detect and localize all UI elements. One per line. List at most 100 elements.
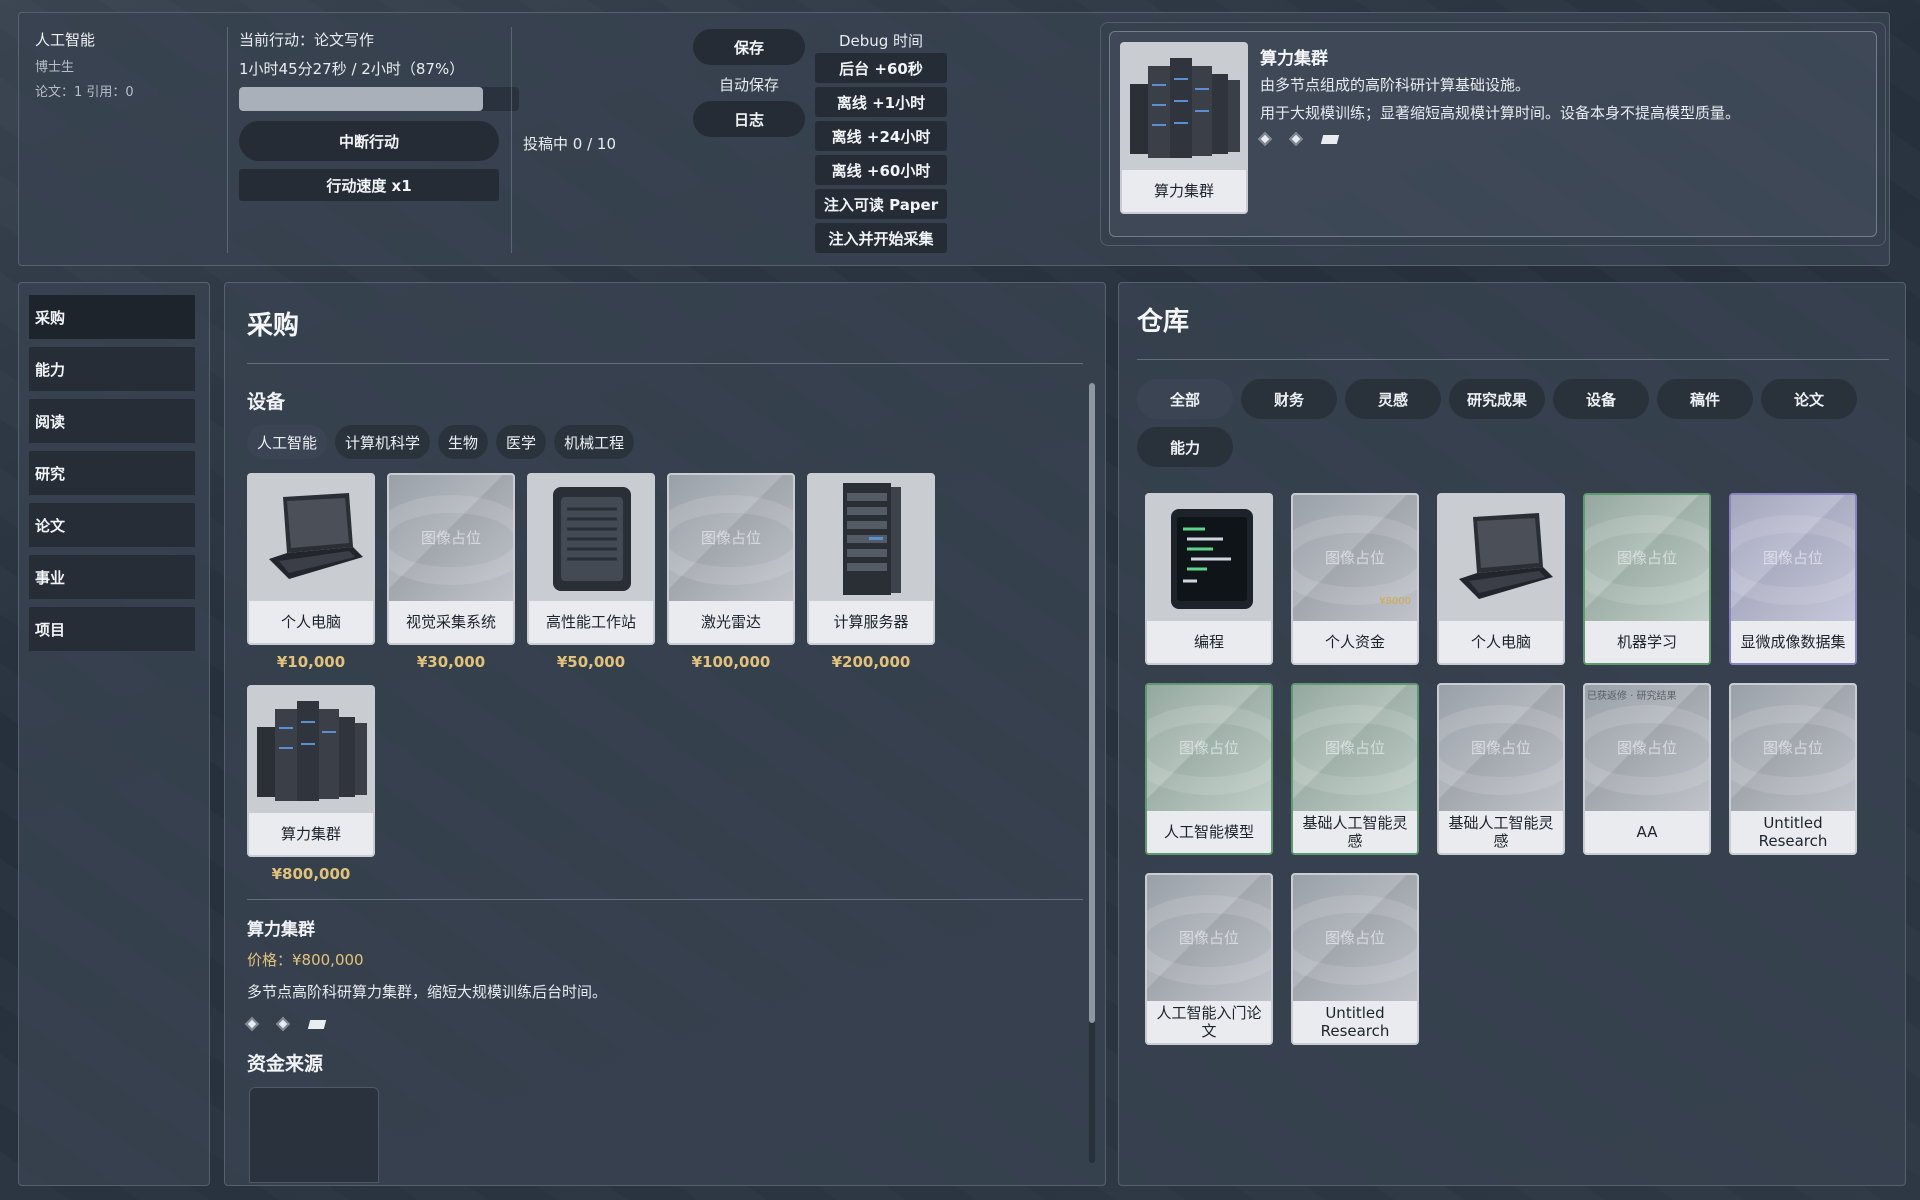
inventory-item[interactable]: 图像占位 基础人工智能灵感 (1291, 683, 1419, 855)
shop-item-card[interactable]: 图像占位 视觉采集系统 (387, 473, 515, 645)
chip-medicine[interactable]: 医学 (496, 425, 547, 459)
selected-item-price: 价格：¥800,000 (247, 951, 364, 969)
action-progress-text: 1小时45分27秒 / 2小时（87%） (239, 60, 465, 78)
action-progress-bar (239, 87, 519, 111)
shop-item-card[interactable]: 计算服务器 (807, 473, 935, 645)
shop-item-label: 高性能工作站 (529, 601, 653, 643)
shop-item-card[interactable]: 图像占位 激光雷达 (667, 473, 795, 645)
inventory-item[interactable]: 图像占位 Untitled Research (1729, 683, 1857, 855)
shop-item-price: ¥50,000 (556, 653, 626, 671)
shop-item-price: ¥100,000 (691, 653, 771, 671)
purchase-panel: 采购 设备 人工智能 计算机科学 生物 医学 机械工程 个人电脑 ¥10,000 (224, 282, 1106, 1186)
shop-item[interactable]: 图像占位 视觉采集系统 ¥30,000 (387, 473, 515, 671)
tab-research-results[interactable]: 研究成果 (1449, 379, 1545, 419)
placeholder-text: 图像占位 (1616, 739, 1677, 757)
shop-item-card[interactable]: 高性能工作站 (527, 473, 655, 645)
shop-item-price: ¥200,000 (831, 653, 911, 671)
debug-inject-collect-button[interactable]: 注入并开始采集 (815, 223, 947, 253)
debug-offline-60h-button[interactable]: 离线 +60小时 (815, 155, 947, 185)
inventory-item-label: 机器学习 (1585, 621, 1709, 663)
detail-icons (1257, 130, 1339, 148)
tab-all[interactable]: 全部 (1137, 379, 1233, 419)
inventory-item[interactable]: 图像占位 Untitled Research (1291, 873, 1419, 1045)
inventory-item-label: 人工智能模型 (1147, 811, 1271, 853)
divider (227, 27, 228, 253)
funds-source-slot[interactable] (249, 1087, 379, 1183)
shop-item-card[interactable]: 算力集群 (247, 685, 375, 857)
current-action-label: 当前行动：论文写作 (239, 31, 375, 49)
shop-item-label: 计算服务器 (809, 601, 933, 643)
tab-equipment[interactable]: 设备 (1553, 379, 1649, 419)
inventory-item[interactable]: 个人电脑 (1437, 493, 1565, 665)
sidebar-item-reading[interactable]: 阅读 (29, 399, 195, 443)
sidebar-item-research[interactable]: 研究 (29, 451, 195, 495)
chip-cs[interactable]: 计算机科学 (335, 425, 431, 459)
shop-item[interactable]: 图像占位 激光雷达 ¥100,000 (667, 473, 795, 671)
save-button[interactable]: 保存 (693, 29, 805, 65)
cluster-icon (1122, 44, 1246, 170)
warehouse-panel: 仓库 全部 财务 灵感 研究成果 设备 稿件 论文 能力 编程 图像占位 ¥80… (1118, 282, 1906, 1186)
inventory-item-label: AA (1585, 811, 1709, 853)
inventory-item[interactable]: 图像占位 ¥8000 个人资金 (1291, 493, 1419, 665)
shop-item[interactable]: 计算服务器 ¥200,000 (807, 473, 935, 671)
placeholder-text: 图像占位 (1616, 549, 1677, 567)
inventory-item[interactable]: 图像占位 机器学习 (1583, 493, 1711, 665)
shop-item-card[interactable]: 个人电脑 (247, 473, 375, 645)
funds-source-title: 资金来源 (247, 1053, 324, 1075)
placeholder-text: 图像占位 (1178, 929, 1239, 947)
tab-abilities[interactable]: 能力 (1137, 427, 1233, 467)
chip-bio[interactable]: 生物 (438, 425, 489, 459)
shop-item-label: 个人电脑 (249, 601, 373, 643)
debug-bg-60s-button[interactable]: 后台 +60秒 (815, 53, 947, 83)
log-button[interactable]: 日志 (693, 101, 805, 137)
category-chips: 人工智能 计算机科学 生物 医学 机械工程 (247, 425, 635, 459)
sidebar-item-career[interactable]: 事业 (29, 555, 195, 599)
purchase-scrollbar[interactable] (1089, 383, 1095, 1163)
sidebar-item-paper[interactable]: 论文 (29, 503, 195, 547)
flag-icon (1320, 135, 1339, 144)
inventory-item[interactable]: 图像占位 人工智能模型 (1145, 683, 1273, 855)
debug-offline-1h-button[interactable]: 离线 +1小时 (815, 87, 947, 117)
shop-item[interactable]: 个人电脑 ¥10,000 (247, 473, 375, 671)
detail-thumb-label: 算力集群 (1122, 170, 1246, 212)
debug-inject-paper-button[interactable]: 注入可读 Paper (815, 189, 947, 219)
inventory-item[interactable]: 编程 (1145, 493, 1273, 665)
inventory-item[interactable]: 图像占位 基础人工智能灵感 (1437, 683, 1565, 855)
shop-item[interactable]: 算力集群 ¥800,000 (247, 685, 375, 883)
shop-item-label: 视觉采集系统 (389, 601, 513, 643)
warehouse-title: 仓库 (1137, 307, 1190, 337)
laptop-icon (249, 475, 373, 601)
current-action: 当前行动：论文写作 1小时45分27秒 / 2小时（87%） 中断行动 行动速度… (239, 29, 519, 201)
inventory-item-label: 个人资金 (1293, 621, 1417, 663)
tab-manuscripts[interactable]: 稿件 (1657, 379, 1753, 419)
profile: 人工智能 博士生 论文：1 引用：0 (35, 29, 134, 106)
inventory-item-label: 个人电脑 (1439, 621, 1563, 663)
sidebar-item-project[interactable]: 项目 (29, 607, 195, 651)
placeholder-image: 图像占位 (1585, 495, 1709, 621)
interrupt-action-button[interactable]: 中断行动 (239, 121, 499, 161)
action-speed-button[interactable]: 行动速度 x1 (239, 169, 499, 201)
placeholder-image: 图像占位 (389, 475, 513, 601)
shop-item[interactable]: 高性能工作站 ¥50,000 (527, 473, 655, 671)
inventory-item[interactable]: 已获返修 · 研究结果 图像占位 AA (1583, 683, 1711, 855)
chip-ai[interactable]: 人工智能 (247, 425, 328, 459)
flag-icon (307, 1020, 326, 1029)
placeholder-text: 图像占位 (1762, 549, 1823, 567)
detail-desc-1: 由多节点组成的高阶科研计算基础设施。 (1260, 76, 1531, 94)
inventory-item[interactable]: 图像占位 人工智能入门论文 (1145, 873, 1273, 1045)
scrollbar-thumb[interactable] (1089, 383, 1095, 1023)
submission-count: 投稿中 0 / 10 (523, 135, 616, 153)
top-bar: 人工智能 博士生 论文：1 引用：0 当前行动：论文写作 1小时45分27秒 /… (18, 12, 1890, 266)
chip-mech[interactable]: 机械工程 (554, 425, 635, 459)
sidebar-item-purchase[interactable]: 采购 (29, 295, 195, 339)
placeholder-image: 已获返修 · 研究结果 图像占位 (1585, 685, 1709, 811)
tab-papers[interactable]: 论文 (1761, 379, 1857, 419)
divider (511, 27, 512, 253)
diamond-icon (244, 1016, 260, 1032)
tab-finance[interactable]: 财务 (1241, 379, 1337, 419)
tab-inspiration[interactable]: 灵感 (1345, 379, 1441, 419)
placeholder-image: 图像占位 (1147, 875, 1271, 1001)
inventory-item[interactable]: 图像占位 显微成像数据集 (1729, 493, 1857, 665)
sidebar-item-ability[interactable]: 能力 (29, 347, 195, 391)
debug-offline-24h-button[interactable]: 离线 +24小时 (815, 121, 947, 151)
